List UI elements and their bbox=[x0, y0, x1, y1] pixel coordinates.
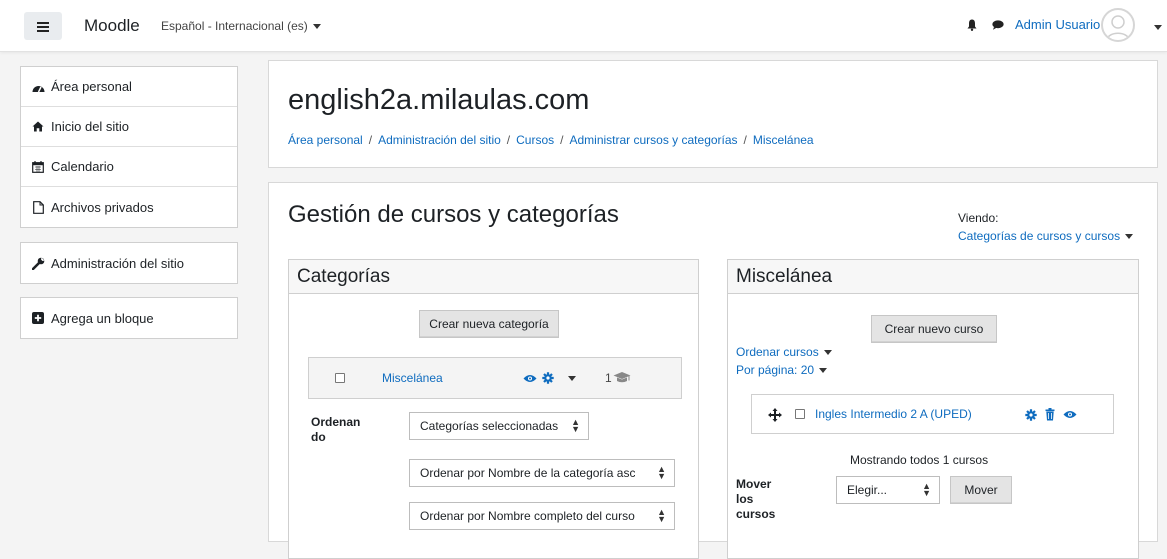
top-navbar: Moodle Español - Internacional (es) Admi… bbox=[0, 0, 1167, 52]
gear-icon[interactable] bbox=[542, 372, 554, 384]
chevron-down-icon bbox=[819, 368, 828, 374]
updown-arrows-icon: ▲ ▼ bbox=[922, 481, 931, 498]
sort-courses-label: Ordenar cursos bbox=[736, 345, 819, 359]
breadcrumb-item[interactable]: Miscelánea bbox=[753, 133, 814, 147]
per-page-label: Por página: 20 bbox=[736, 363, 815, 377]
create-category-button[interactable]: Crear nueva categoría bbox=[419, 310, 559, 338]
avatar[interactable] bbox=[1101, 8, 1135, 42]
category-name-link[interactable]: Miscelánea bbox=[382, 371, 443, 385]
per-page-menu[interactable]: Por página: 20 bbox=[736, 363, 828, 377]
sidebar-item-area-personal[interactable]: Área personal bbox=[21, 67, 237, 107]
sorting-label-line: Ordenan bbox=[311, 415, 361, 429]
user-menu-name[interactable]: Admin Usuario bbox=[1015, 17, 1100, 32]
viewing-mode-menu[interactable]: Categorías de cursos y cursos bbox=[958, 229, 1134, 243]
main-content: Gestión de cursos y categorías Viendo: C… bbox=[268, 182, 1158, 559]
category-actions-chevron-icon[interactable] bbox=[568, 376, 576, 381]
breadcrumb-item[interactable]: Administrar cursos y categorías bbox=[569, 133, 737, 147]
breadcrumb: Área personal / Administración del sitio / C… bbox=[288, 133, 814, 147]
menu-icon bbox=[37, 21, 49, 32]
course-checkbox[interactable] bbox=[795, 409, 805, 419]
home-icon bbox=[31, 120, 45, 134]
message-icon[interactable] bbox=[992, 20, 1004, 30]
sidebar-admin: Administración del sitio bbox=[20, 242, 238, 284]
move-label-line: los bbox=[736, 492, 754, 506]
sidebar-item-archivos[interactable]: Archivos privados bbox=[21, 187, 237, 227]
user-silhouette-icon bbox=[1106, 15, 1130, 40]
courses-panel-title: Miscelánea bbox=[728, 260, 1138, 294]
create-course-button[interactable]: Crear nuevo curso bbox=[871, 315, 997, 343]
sort-courses-menu[interactable]: Ordenar cursos bbox=[736, 345, 832, 359]
calendar-icon bbox=[31, 160, 45, 174]
move-button[interactable]: Mover bbox=[950, 476, 1012, 504]
sidebar-item-label: Calendario bbox=[51, 159, 114, 174]
move-courses-label: Mover los cursos bbox=[736, 477, 775, 522]
sidebar-item-calendario[interactable]: Calendario bbox=[21, 147, 237, 187]
chevron-down-icon bbox=[823, 350, 832, 356]
drawer-toggle-button[interactable] bbox=[24, 12, 62, 40]
site-title: english2a.milaulas.com bbox=[288, 84, 590, 116]
add-block-button[interactable]: Agrega un bloque bbox=[21, 298, 237, 338]
sorting-label: Ordenan do bbox=[311, 415, 360, 445]
category-checkbox[interactable] bbox=[335, 373, 345, 383]
sidebar-item-administracion[interactable]: Administración del sitio bbox=[21, 243, 237, 283]
trash-icon[interactable] bbox=[1045, 408, 1055, 421]
showing-count: Mostrando todos 1 cursos bbox=[850, 453, 989, 467]
courses-panel: Miscelánea Crear nuevo curso Ordenar cur… bbox=[727, 259, 1139, 559]
user-menu-chevron-icon[interactable] bbox=[1154, 25, 1162, 30]
sort-course-value: Ordenar por Nombre completo del curso bbox=[420, 509, 635, 523]
category-row[interactable]: Miscelánea 1 bbox=[308, 357, 682, 399]
dashboard-icon bbox=[31, 80, 45, 94]
sidebar-item-label: Área personal bbox=[51, 79, 132, 94]
sort-category-select[interactable]: Ordenar por Nombre de la categoría asc ▲… bbox=[409, 459, 675, 487]
page-header: english2a.milaulas.com Área personal / Adm… bbox=[268, 60, 1158, 168]
move-target-select[interactable]: Elegir... ▲ ▼ bbox=[836, 476, 940, 504]
sidebar-item-label: Archivos privados bbox=[51, 199, 154, 215]
viewing-label: Viendo: bbox=[958, 211, 999, 225]
course-row[interactable]: Ingles Intermedio 2 A (UPED) bbox=[751, 394, 1114, 434]
sidebar-add-block: Agrega un bloque bbox=[20, 297, 238, 339]
categories-panel: Categorías Crear nueva categoría Miscelá… bbox=[288, 259, 699, 559]
move-label-line: cursos bbox=[736, 507, 776, 521]
file-icon bbox=[31, 200, 45, 214]
viewing-mode-label: Categorías de cursos y cursos bbox=[958, 229, 1121, 243]
graduation-cap-icon bbox=[613, 372, 631, 383]
categories-panel-title: Categorías bbox=[289, 260, 698, 294]
breadcrumb-item[interactable]: Cursos bbox=[516, 133, 554, 147]
eye-icon[interactable] bbox=[1063, 410, 1077, 419]
sorting-label-line: do bbox=[311, 430, 326, 444]
updown-arrows-icon: ▲ ▼ bbox=[657, 507, 666, 524]
breadcrumb-item[interactable]: Administración del sitio bbox=[378, 133, 501, 147]
eye-icon[interactable] bbox=[523, 374, 537, 383]
bell-icon[interactable] bbox=[967, 19, 977, 31]
sidebar-item-label: Inicio del sitio bbox=[51, 119, 130, 134]
breadcrumb-item[interactable]: Área personal bbox=[288, 133, 363, 147]
course-count: 1 bbox=[605, 371, 612, 385]
language-menu[interactable]: Español - Internacional (es) bbox=[161, 19, 321, 33]
sort-course-select[interactable]: Ordenar por Nombre completo del curso ▲ ▼ bbox=[409, 502, 675, 530]
sort-category-value: Ordenar por Nombre de la categoría asc bbox=[420, 466, 636, 480]
course-name-link[interactable]: Ingles Intermedio 2 A (UPED) bbox=[815, 407, 972, 421]
plus-square-icon bbox=[31, 311, 45, 325]
chevron-down-icon bbox=[1125, 234, 1134, 240]
move-icon[interactable] bbox=[768, 408, 782, 422]
chevron-down-icon bbox=[312, 24, 321, 30]
move-target-value: Elegir... bbox=[847, 483, 888, 497]
updown-arrows-icon: ▲ ▼ bbox=[571, 417, 580, 434]
brand-logo[interactable]: Moodle bbox=[84, 16, 140, 36]
page-title: Gestión de cursos y categorías bbox=[288, 201, 619, 228]
wrench-icon bbox=[31, 256, 45, 270]
language-label: Español - Internacional (es) bbox=[161, 19, 308, 33]
add-block-label: Agrega un bloque bbox=[51, 310, 154, 326]
sort-scope-value: Categorías seleccionadas bbox=[420, 419, 559, 433]
sidebar-nav: Área personal Inicio del sitio Calendari… bbox=[20, 66, 238, 228]
sidebar-item-label: Administración del sitio bbox=[51, 255, 184, 271]
updown-arrows-icon: ▲ ▼ bbox=[657, 464, 666, 481]
gear-icon[interactable] bbox=[1025, 409, 1037, 421]
sort-scope-select[interactable]: Categorías seleccionadas ▲ ▼ bbox=[409, 412, 589, 440]
sidebar-item-inicio[interactable]: Inicio del sitio bbox=[21, 107, 237, 147]
move-label-line: Mover bbox=[736, 477, 772, 491]
